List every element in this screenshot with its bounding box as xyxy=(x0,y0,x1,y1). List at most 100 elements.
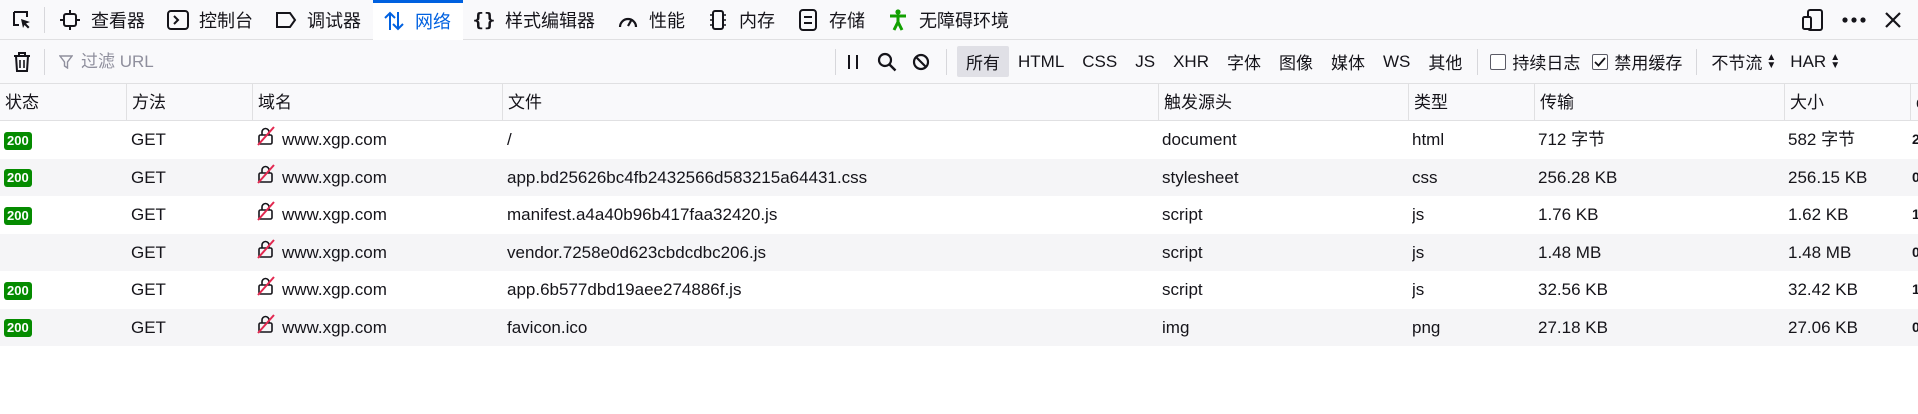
network-icon xyxy=(381,8,407,34)
persist-logs-label: 持续日志 xyxy=(1512,54,1581,73)
method-cell: GET xyxy=(131,167,166,187)
transferred-cell: 256.28 KB xyxy=(1538,167,1618,187)
accessibility-icon xyxy=(885,7,911,33)
type-cell: html xyxy=(1412,130,1445,149)
tab-label: 样式编辑器 xyxy=(505,10,595,31)
file-cell: vendor.7258e0d623cbdcdbc206.js xyxy=(507,242,766,262)
tab-network[interactable]: 网络 xyxy=(373,0,463,40)
tab-inspector[interactable]: 查看器 xyxy=(49,0,157,40)
disable-cache-checkbox[interactable]: 禁用缓存 xyxy=(1592,49,1682,74)
column-header-file[interactable]: 文件 xyxy=(502,84,1158,121)
size-cell: 1.62 KB xyxy=(1788,205,1849,224)
har-menu-button[interactable]: HAR ▲ ▼ xyxy=(1790,52,1840,72)
tab-debugger[interactable]: 调试器 xyxy=(265,0,373,40)
type-filter-xhr[interactable]: XHR xyxy=(1164,49,1218,75)
status-badge: 200 xyxy=(4,169,32,188)
tab-console[interactable]: 控制台 xyxy=(157,0,265,40)
filter-url-box xyxy=(45,40,835,84)
table-row[interactable]: 200 GET www.xgp.com favicon.ico img png … xyxy=(0,308,1918,346)
column-header-transferred[interactable]: 传输 xyxy=(1534,84,1784,121)
type-filter-other[interactable]: 其他 xyxy=(1419,46,1471,77)
tab-label: 存储 xyxy=(829,10,865,31)
type-filter-js[interactable]: JS xyxy=(1126,49,1164,75)
status-badge: 200 xyxy=(4,206,32,225)
tab-storage[interactable]: 存储 xyxy=(787,0,877,40)
persist-logs-checkbox[interactable]: 持续日志 xyxy=(1490,49,1580,74)
column-header-status[interactable]: 状态 xyxy=(0,84,126,121)
tab-label: 无障碍环境 xyxy=(919,10,1009,31)
type-cell: js xyxy=(1412,280,1425,299)
type-filter-all[interactable]: 所有 xyxy=(957,46,1009,77)
clear-requests-button[interactable] xyxy=(0,51,44,73)
table-row[interactable]: 200 GET www.xgp.com app.6b577dbd19aee274… xyxy=(0,271,1918,308)
table-row[interactable]: 200 GET www.xgp.com manifest.a4a40b96b41… xyxy=(0,196,1918,233)
status-cell: 200 xyxy=(4,121,122,158)
block-url-icon[interactable] xyxy=(904,53,938,71)
table-row[interactable]: GET www.xgp.com vendor.7258e0d623cbdcdbc… xyxy=(0,233,1918,271)
filter-icon xyxy=(59,54,73,69)
filter-url-input[interactable] xyxy=(79,50,723,73)
domain-cell: www.xgp.com xyxy=(256,234,500,271)
throttling-select[interactable]: 不节流 ▲ ▼ xyxy=(1711,49,1776,74)
request-type-filters: 所有 HTML CSS JS XHR 字体 图像 媒体 WS 其他 xyxy=(957,46,1471,77)
up-down-arrows-icon: ▲ ▼ xyxy=(1766,51,1777,71)
type-filter-html[interactable]: HTML xyxy=(1009,49,1073,75)
element-picker-button[interactable] xyxy=(0,0,44,40)
type-filter-css[interactable]: CSS xyxy=(1073,49,1126,75)
type-filter-ws[interactable]: WS xyxy=(1374,49,1419,75)
more-options-icon[interactable] xyxy=(1842,16,1866,23)
domain-text: www.xgp.com xyxy=(282,280,387,299)
domain-cell: www.xgp.com xyxy=(256,121,500,158)
pause-icon[interactable] xyxy=(836,54,870,70)
transferred-cell: 1.48 MB xyxy=(1538,242,1602,262)
tab-label: 查看器 xyxy=(91,10,145,31)
toolbar-right-controls xyxy=(1802,8,1918,31)
column-header-domain[interactable]: 域名 xyxy=(252,84,502,121)
requests-table-header: 状态 方法 域名 文件 触发源头 类型 传输 大小 d xyxy=(0,84,1918,121)
status-cell: 200 xyxy=(4,309,122,346)
type-cell: js xyxy=(1412,242,1425,262)
column-header-initiator[interactable]: 触发源头 xyxy=(1158,84,1408,121)
console-icon xyxy=(165,7,191,33)
size-cell: 27.06 KB xyxy=(1788,317,1858,337)
domain-cell: www.xgp.com xyxy=(256,271,500,308)
size-cell: 1.48 MB xyxy=(1788,242,1852,262)
domain-cell: www.xgp.com xyxy=(256,159,500,196)
tab-style-editor[interactable]: {} 样式编辑器 xyxy=(463,0,607,40)
insecure-connection-icon xyxy=(256,160,276,196)
domain-cell: www.xgp.com xyxy=(256,309,500,346)
domain-text: www.xgp.com xyxy=(282,130,387,149)
search-icon[interactable] xyxy=(870,52,904,72)
column-header-truncated[interactable]: d xyxy=(1910,84,1918,121)
responsive-design-mode-icon[interactable] xyxy=(1802,8,1824,31)
truncated-cell: 1 xyxy=(1912,206,1918,222)
table-row[interactable]: 200 GET www.xgp.com / document html 712 … xyxy=(0,121,1918,158)
status-badge: 200 xyxy=(4,131,32,150)
truncated-cell: 2 xyxy=(1912,131,1918,147)
up-down-arrows-icon: ▲ ▼ xyxy=(1830,51,1841,71)
tab-label: 控制台 xyxy=(199,10,253,31)
status-badge: 200 xyxy=(4,281,32,300)
file-cell: favicon.ico xyxy=(507,317,588,337)
column-header-method[interactable]: 方法 xyxy=(126,84,252,121)
tab-accessibility[interactable]: 无障碍环境 xyxy=(877,0,1021,40)
insecure-connection-icon xyxy=(256,235,276,271)
domain-text: www.xgp.com xyxy=(282,167,387,187)
type-cell: css xyxy=(1412,167,1438,187)
tab-label: 性能 xyxy=(649,10,685,31)
type-cell: js xyxy=(1412,205,1425,224)
size-cell: 256.15 KB xyxy=(1788,167,1868,187)
table-row[interactable]: 200 GET www.xgp.com app.bd25626bc4fb2432… xyxy=(0,158,1918,196)
tab-performance[interactable]: 性能 xyxy=(607,0,697,40)
type-filter-images[interactable]: 图像 xyxy=(1270,46,1322,77)
status-cell: 200 xyxy=(4,159,122,196)
insecure-connection-icon xyxy=(256,122,276,158)
method-cell: GET xyxy=(131,317,166,337)
type-filter-media[interactable]: 媒体 xyxy=(1322,46,1374,77)
type-filter-fonts[interactable]: 字体 xyxy=(1218,46,1270,77)
tab-memory[interactable]: 内存 xyxy=(697,0,787,40)
column-header-type[interactable]: 类型 xyxy=(1408,84,1534,121)
close-icon[interactable] xyxy=(1884,11,1902,29)
column-header-size[interactable]: 大小 xyxy=(1784,84,1910,121)
initiator-cell: script xyxy=(1162,205,1203,224)
